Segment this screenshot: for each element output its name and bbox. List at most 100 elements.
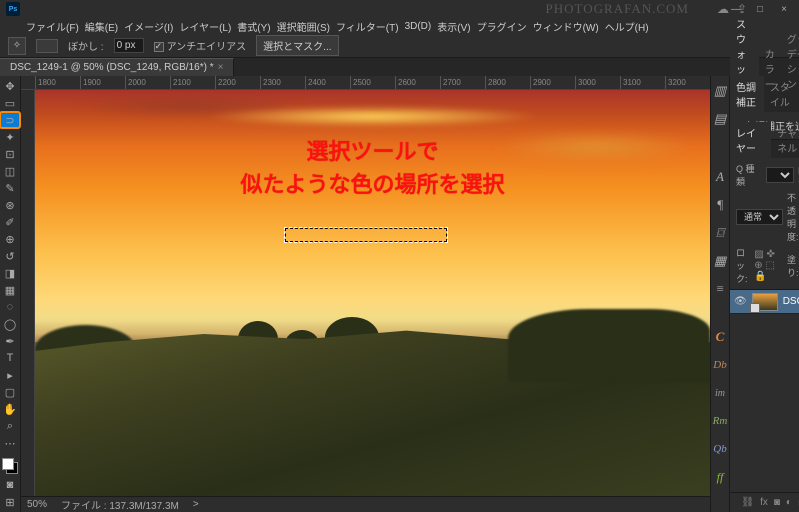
file-size-info: ファイル : 137.3M/137.3M	[61, 497, 179, 512]
layer-item[interactable]: 👁 DSC_1249	[730, 290, 799, 314]
paragraph-panel-icon[interactable]: ¶	[711, 196, 729, 214]
document-tab[interactable]: DSC_1249-1 @ 50% (DSC_1249, RGB/16*) * ×	[0, 58, 234, 76]
eyedropper-tool[interactable]: ✎	[0, 180, 20, 196]
plugin-rm-icon[interactable]: Rm	[711, 412, 729, 430]
layers-footer: ⛓ fx ◙ ◐ ▢ ⊞ 🗑	[730, 492, 799, 512]
menu-edit[interactable]: 編集(E)	[83, 19, 120, 34]
adjustment-layer-icon[interactable]: ◐	[786, 497, 792, 508]
menu-3d[interactable]: 3D(D)	[403, 21, 434, 32]
edit-toolbar[interactable]: ⋯	[0, 435, 20, 451]
options-bar: ✧ ぼかし : アンチエイリアス 選択とマスク...	[0, 34, 799, 58]
properties-icon[interactable]: ▤	[711, 110, 729, 128]
zoom-level[interactable]: 50%	[27, 499, 47, 510]
canvas-area[interactable]: 選択ツールで 似たような色の場所を選択	[35, 90, 710, 496]
marquee-selection[interactable]	[285, 228, 447, 242]
layer-name[interactable]: DSC_1249	[783, 296, 799, 307]
eraser-tool[interactable]: ◨	[0, 265, 20, 281]
blend-mode-select[interactable]: 通常	[736, 209, 783, 225]
layer-fx-icon[interactable]: fx	[760, 497, 768, 508]
collapsed-panel-strip: ▥ ▤ A ¶ ⌼ ▦ ≡ C Db im Rm Qb ff	[710, 76, 729, 512]
feather-input[interactable]	[114, 38, 144, 53]
feather-label: ぼかし :	[68, 38, 104, 53]
visibility-icon[interactable]: 👁	[734, 296, 747, 307]
color-swatches[interactable]	[0, 456, 20, 476]
plugin-db-icon[interactable]: Db	[711, 356, 729, 374]
active-tool-preview[interactable]: ✧	[8, 37, 26, 55]
gradient-tool[interactable]: ▦	[0, 282, 20, 298]
right-panel-stack: スウォッチ カラー グラデーション Hub 色調補正 スタイル CC ライブラリ…	[729, 76, 799, 512]
marquee-tool[interactable]: ▭	[0, 95, 20, 111]
zoom-tool[interactable]: ⌕	[0, 418, 20, 434]
fill-label: 塗り:	[787, 253, 799, 279]
history-brush-tool[interactable]: ↺	[0, 248, 20, 264]
vertical-ruler	[21, 90, 35, 496]
layer-filter-label: Q 種類	[736, 162, 762, 188]
tab-channels[interactable]: チャンネル	[771, 122, 799, 158]
plugin-ff-icon[interactable]: ff	[711, 468, 729, 486]
type-tool[interactable]: T	[0, 350, 20, 366]
shape-tool[interactable]: ▢	[0, 384, 20, 400]
opacity-label: 不透明度:	[787, 191, 799, 243]
brush-tool[interactable]: ✐	[0, 214, 20, 230]
hand-tool[interactable]: ✋	[0, 401, 20, 417]
menu-select[interactable]: 選択範囲(S)	[275, 19, 332, 34]
selection-mode-dropdown[interactable]	[36, 39, 58, 53]
status-caret-icon[interactable]: >	[193, 499, 199, 510]
screen-mode-tool[interactable]: ⊞	[0, 494, 20, 510]
glyphs-panel-icon[interactable]: ⌼	[711, 224, 729, 242]
libraries-icon[interactable]: ▥	[711, 82, 729, 100]
swatches-panel-icon[interactable]: ▦	[711, 252, 729, 270]
plugin-c-icon[interactable]: C	[711, 328, 729, 346]
annotation-overlay: 選択ツールで 似たような色の場所を選択	[35, 135, 710, 201]
document-tab-close-icon[interactable]: ×	[218, 62, 224, 73]
status-bar: 50% ファイル : 137.3M/137.3M >	[21, 496, 710, 512]
menu-layer[interactable]: レイヤー(L)	[177, 19, 233, 34]
lock-label: ロック:	[736, 246, 750, 285]
tool-palette: ✥ ▭ ⊃ ✦ ⊡ ◫ ✎ ⊛ ✐ ⊕ ↺ ◨ ▦ ◌ ◯ ✒ T ▸ ▢ ✋ …	[0, 76, 21, 512]
cloud-icon[interactable]: ☁	[717, 2, 729, 16]
menu-view[interactable]: 表示(V)	[435, 19, 472, 34]
move-tool[interactable]: ✥	[0, 78, 20, 94]
antialias-label: アンチエイリアス	[167, 42, 247, 53]
menu-file[interactable]: ファイル(F)	[24, 19, 81, 34]
tab-styles[interactable]: スタイル	[764, 76, 798, 112]
path-select-tool[interactable]: ▸	[0, 367, 20, 383]
horizontal-ruler: 1800190020002100220023002400250026002700…	[21, 76, 710, 90]
menu-plugin[interactable]: プラグイン	[475, 19, 529, 34]
menu-bar: ファイル(F) 編集(E) イメージ(I) レイヤー(L) 書式(Y) 選択範囲…	[0, 18, 799, 34]
plugin-im-icon[interactable]: im	[711, 384, 729, 402]
link-layers-icon[interactable]: ⛓	[741, 497, 754, 508]
document-tab-label: DSC_1249-1 @ 50% (DSC_1249, RGB/16*) *	[10, 62, 214, 73]
spot-heal-tool[interactable]: ⊛	[0, 197, 20, 213]
blur-tool[interactable]: ◌	[0, 299, 20, 315]
layer-filter-type[interactable]	[766, 167, 794, 183]
menu-filter[interactable]: フィルター(T)	[334, 19, 401, 34]
menu-type[interactable]: 書式(Y)	[235, 19, 272, 34]
antialias-checkbox[interactable]	[154, 42, 164, 52]
select-and-mask-button[interactable]: 選択とマスク...	[256, 35, 338, 56]
menu-image[interactable]: イメージ(I)	[122, 19, 175, 34]
magic-wand-tool[interactable]: ✦	[0, 129, 20, 145]
lasso-tool[interactable]: ⊃	[0, 112, 20, 128]
foreground-color[interactable]	[2, 458, 14, 470]
watermark-text: PHOTOGRAFAN.COM	[546, 1, 689, 17]
layer-mask-icon[interactable]: ◙	[774, 497, 780, 508]
pen-tool[interactable]: ✒	[0, 333, 20, 349]
plugin-qb-icon[interactable]: Qb	[711, 440, 729, 458]
character-panel-icon[interactable]: A	[711, 168, 729, 186]
tab-adjustments[interactable]: 色調補正	[730, 76, 764, 112]
layer-thumbnail[interactable]	[752, 293, 778, 311]
close-window-button[interactable]: ×	[777, 4, 791, 15]
styles-panel-icon[interactable]: ≡	[711, 280, 729, 298]
menu-help[interactable]: ヘルプ(H)	[603, 19, 651, 34]
dodge-tool[interactable]: ◯	[0, 316, 20, 332]
crop-tool[interactable]: ⊡	[0, 146, 20, 162]
frame-tool[interactable]: ◫	[0, 163, 20, 179]
menu-window[interactable]: ウィンドウ(W)	[531, 19, 601, 34]
clone-stamp-tool[interactable]: ⊕	[0, 231, 20, 247]
quick-mask-tool[interactable]: ◙	[0, 477, 20, 493]
photoshop-logo: Ps	[6, 2, 20, 16]
lock-icons-group[interactable]: ▨ ✜ ⊕ ⬚ 🔒	[754, 249, 783, 282]
tab-layers[interactable]: レイヤー	[730, 122, 771, 158]
layers-list: 👁 DSC_1249	[730, 290, 799, 492]
